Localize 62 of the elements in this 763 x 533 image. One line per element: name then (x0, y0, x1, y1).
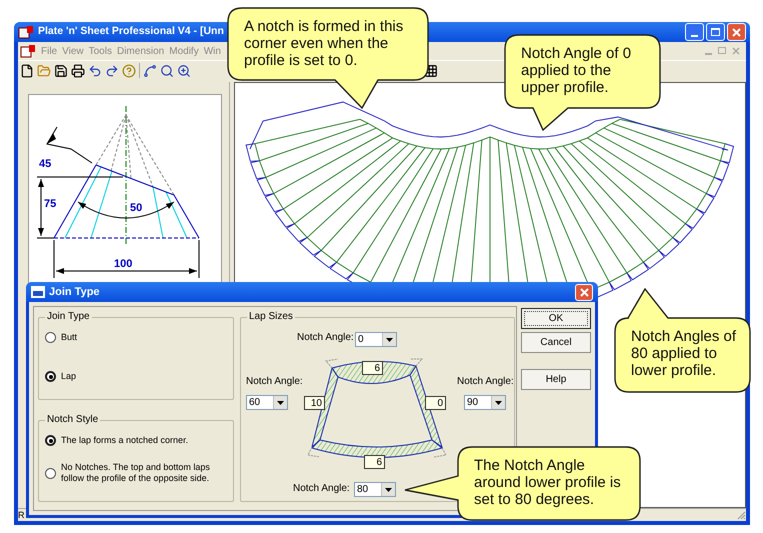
notch-angle-label: Notch Angle: (457, 376, 514, 388)
notch-angle-dropdown[interactable]: 80 (354, 482, 396, 497)
radio-label[interactable]: Butt (61, 332, 78, 343)
close-button[interactable] (575, 284, 593, 300)
close-icon (580, 288, 588, 296)
group-label: Join Type (45, 311, 92, 323)
help-icon[interactable] (122, 64, 136, 78)
dimension-label: 75 (44, 198, 56, 210)
notch-angle-label: Notch Angle: (297, 332, 354, 344)
group-label: Notch Style (45, 414, 100, 426)
search-icon[interactable] (160, 64, 174, 78)
redo-icon[interactable] (105, 64, 119, 78)
radio-button[interactable] (45, 468, 56, 478)
callout-text: A notch is formed in this corner even when the profile is set to 0. (244, 18, 404, 69)
caret-icon (385, 488, 392, 492)
notch-angle-dropdown[interactable]: 90 (464, 395, 506, 410)
lap-size-field[interactable]: 6 (364, 455, 385, 469)
radio-button[interactable] (45, 435, 56, 446)
callout-text: Notch Angles of 80 applied to lower profile. (631, 328, 738, 379)
status-text: R (18, 510, 24, 520)
caret-icon (277, 400, 284, 404)
dimension-label: 50 (130, 202, 142, 214)
radio-label[interactable]: Lap (61, 371, 76, 382)
maximize-icon (711, 28, 720, 36)
dialog-button[interactable]: Cancel (521, 332, 591, 353)
close-button[interactable] (727, 23, 746, 41)
dimension-label: 45 (39, 158, 52, 170)
zoom-in-icon[interactable] (177, 64, 191, 78)
print-icon[interactable] (71, 64, 85, 78)
callout-text: The Notch Angle around lower profile is set to 80 degrees. (474, 457, 622, 508)
caret-icon (386, 338, 393, 342)
notch-angle-dropdown[interactable]: 60 (246, 395, 288, 410)
new-file-icon[interactable] (20, 64, 34, 78)
dialog-button[interactable]: OK (521, 308, 591, 329)
minimize-button[interactable] (685, 23, 704, 41)
window-title: Plate 'n' Sheet Professional V4 - [Unn (38, 24, 224, 40)
undo-icon[interactable] (88, 64, 102, 78)
close-icon (732, 28, 741, 36)
dialog-title: Join Type (49, 284, 100, 300)
dialog-app-icon (31, 286, 45, 298)
radio-button[interactable] (45, 332, 56, 343)
radio-label[interactable]: No Notches. The top and bottom laps follow the profile of the opposite side. (61, 462, 223, 484)
caret-icon (495, 400, 502, 404)
lap-size-field[interactable]: 10 (304, 396, 325, 410)
document-icon (20, 44, 36, 58)
minimize-icon (691, 35, 698, 37)
lap-size-field[interactable]: 0 (425, 396, 446, 410)
notch-angle-label: Notch Angle: (293, 483, 350, 495)
notch-angle-label: Notch Angle: (246, 376, 303, 388)
save-icon[interactable] (54, 64, 68, 78)
curve-icon[interactable] (143, 64, 157, 78)
notch-angle-dropdown[interactable]: 0 (355, 332, 397, 347)
dialog-button[interactable]: Help (521, 369, 591, 390)
callout-text: Notch Angle of 0 applied to the upper profile. (521, 45, 632, 96)
maximize-button[interactable] (706, 23, 725, 41)
radio-label[interactable]: The lap forms a notched corner. (61, 435, 188, 446)
dimension-label: 100 (114, 258, 132, 270)
app-logo-icon (18, 25, 34, 39)
resize-grip-icon[interactable] (736, 510, 746, 520)
lap-size-field[interactable]: 6 (362, 361, 383, 375)
group-label: Lap Sizes (247, 311, 295, 323)
radio-button[interactable] (45, 371, 56, 382)
